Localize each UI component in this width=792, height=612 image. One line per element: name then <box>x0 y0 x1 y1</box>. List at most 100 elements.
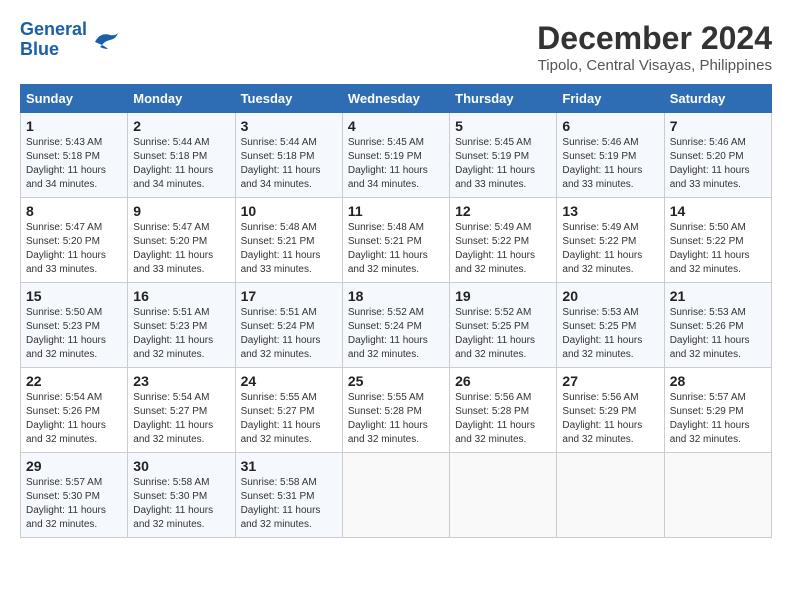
logo-general: General <box>20 19 87 39</box>
header-row: SundayMondayTuesdayWednesdayThursdayFrid… <box>21 85 772 113</box>
calendar-cell: 27 Sunrise: 5:56 AM Sunset: 5:29 PM Dayli… <box>557 368 664 453</box>
day-number: 3 <box>241 118 337 134</box>
day-number: 22 <box>26 373 122 389</box>
day-info: Sunrise: 5:49 AM Sunset: 5:22 PM Dayligh… <box>455 221 551 277</box>
logo-blue: Blue <box>20 39 59 59</box>
calendar-week-1: 1Sunrise: 5:43 AM Sunset: 5:18 PM Daylig… <box>21 113 772 198</box>
day-info: Sunrise: 5:57 AM Sunset: 5:29 PM Dayligh… <box>670 391 766 447</box>
day-number: 31 <box>241 458 337 474</box>
calendar-cell: 15 Sunrise: 5:50 AM Sunset: 5:23 PM Dayli… <box>21 283 128 368</box>
calendar-cell: 18 Sunrise: 5:52 AM Sunset: 5:24 PM Dayli… <box>342 283 449 368</box>
calendar-cell: 28 Sunrise: 5:57 AM Sunset: 5:29 PM Dayli… <box>664 368 771 453</box>
calendar-cell: 4Sunrise: 5:45 AM Sunset: 5:19 PM Daylig… <box>342 113 449 198</box>
day-info: Sunrise: 5:43 AM Sunset: 5:18 PM Dayligh… <box>26 136 122 192</box>
day-number: 17 <box>241 288 337 304</box>
day-info: Sunrise: 5:56 AM Sunset: 5:28 PM Dayligh… <box>455 391 551 447</box>
calendar-cell: 29 Sunrise: 5:57 AM Sunset: 5:30 PM Dayli… <box>21 453 128 538</box>
day-number: 15 <box>26 288 122 304</box>
day-info: Sunrise: 5:47 AM Sunset: 5:20 PM Dayligh… <box>133 221 229 277</box>
day-number: 30 <box>133 458 229 474</box>
calendar-body: 1Sunrise: 5:43 AM Sunset: 5:18 PM Daylig… <box>21 113 772 538</box>
day-number: 12 <box>455 203 551 219</box>
day-info: Sunrise: 5:51 AM Sunset: 5:23 PM Dayligh… <box>133 306 229 362</box>
day-number: 6 <box>562 118 658 134</box>
day-number: 25 <box>348 373 444 389</box>
logo-bird-icon <box>90 27 120 52</box>
calendar-cell: 2Sunrise: 5:44 AM Sunset: 5:18 PM Daylig… <box>128 113 235 198</box>
calendar-cell <box>342 453 449 538</box>
header-cell-saturday: Saturday <box>664 85 771 113</box>
day-info: Sunrise: 5:52 AM Sunset: 5:25 PM Dayligh… <box>455 306 551 362</box>
subtitle: Tipolo, Central Visayas, Philippines <box>537 57 772 74</box>
day-number: 13 <box>562 203 658 219</box>
calendar-cell: 14Sunrise: 5:50 AM Sunset: 5:22 PM Dayli… <box>664 198 771 283</box>
day-info: Sunrise: 5:55 AM Sunset: 5:27 PM Dayligh… <box>241 391 337 447</box>
calendar-cell: 10Sunrise: 5:48 AM Sunset: 5:21 PM Dayli… <box>235 198 342 283</box>
day-info: Sunrise: 5:58 AM Sunset: 5:31 PM Dayligh… <box>241 476 337 532</box>
day-number: 14 <box>670 203 766 219</box>
day-info: Sunrise: 5:54 AM Sunset: 5:27 PM Dayligh… <box>133 391 229 447</box>
header-cell-sunday: Sunday <box>21 85 128 113</box>
day-number: 23 <box>133 373 229 389</box>
calendar-cell: 17 Sunrise: 5:51 AM Sunset: 5:24 PM Dayli… <box>235 283 342 368</box>
header-cell-friday: Friday <box>557 85 664 113</box>
day-info: Sunrise: 5:49 AM Sunset: 5:22 PM Dayligh… <box>562 221 658 277</box>
calendar-cell: 5 Sunrise: 5:45 AM Sunset: 5:19 PM Daylig… <box>450 113 557 198</box>
day-info: Sunrise: 5:44 AM Sunset: 5:18 PM Dayligh… <box>133 136 229 192</box>
day-info: Sunrise: 5:48 AM Sunset: 5:21 PM Dayligh… <box>348 221 444 277</box>
day-info: Sunrise: 5:58 AM Sunset: 5:30 PM Dayligh… <box>133 476 229 532</box>
day-info: Sunrise: 5:52 AM Sunset: 5:24 PM Dayligh… <box>348 306 444 362</box>
day-number: 19 <box>455 288 551 304</box>
calendar-cell: 25 Sunrise: 5:55 AM Sunset: 5:28 PM Dayli… <box>342 368 449 453</box>
calendar-cell: 26 Sunrise: 5:56 AM Sunset: 5:28 PM Dayli… <box>450 368 557 453</box>
day-number: 16 <box>133 288 229 304</box>
calendar-cell: 7Sunrise: 5:46 AM Sunset: 5:20 PM Daylig… <box>664 113 771 198</box>
day-info: Sunrise: 5:53 AM Sunset: 5:25 PM Dayligh… <box>562 306 658 362</box>
day-number: 21 <box>670 288 766 304</box>
calendar-cell: 31 Sunrise: 5:58 AM Sunset: 5:31 PM Dayli… <box>235 453 342 538</box>
calendar-cell: 24Sunrise: 5:55 AM Sunset: 5:27 PM Dayli… <box>235 368 342 453</box>
calendar-cell: 23 Sunrise: 5:54 AM Sunset: 5:27 PM Dayli… <box>128 368 235 453</box>
main-title: December 2024 <box>537 20 772 57</box>
day-number: 29 <box>26 458 122 474</box>
calendar-cell: 12 Sunrise: 5:49 AM Sunset: 5:22 PM Dayli… <box>450 198 557 283</box>
day-info: Sunrise: 5:56 AM Sunset: 5:29 PM Dayligh… <box>562 391 658 447</box>
day-info: Sunrise: 5:45 AM Sunset: 5:19 PM Dayligh… <box>455 136 551 192</box>
day-info: Sunrise: 5:46 AM Sunset: 5:20 PM Dayligh… <box>670 136 766 192</box>
calendar-week-3: 15 Sunrise: 5:50 AM Sunset: 5:23 PM Dayli… <box>21 283 772 368</box>
day-number: 28 <box>670 373 766 389</box>
calendar-cell: 30 Sunrise: 5:58 AM Sunset: 5:30 PM Dayli… <box>128 453 235 538</box>
logo: General Blue <box>20 20 120 60</box>
day-info: Sunrise: 5:51 AM Sunset: 5:24 PM Dayligh… <box>241 306 337 362</box>
header-cell-thursday: Thursday <box>450 85 557 113</box>
day-number: 8 <box>26 203 122 219</box>
day-number: 26 <box>455 373 551 389</box>
header-cell-wednesday: Wednesday <box>342 85 449 113</box>
day-number: 20 <box>562 288 658 304</box>
day-info: Sunrise: 5:55 AM Sunset: 5:28 PM Dayligh… <box>348 391 444 447</box>
calendar-cell: 8Sunrise: 5:47 AM Sunset: 5:20 PM Daylig… <box>21 198 128 283</box>
calendar-cell <box>557 453 664 538</box>
calendar-cell: 22 Sunrise: 5:54 AM Sunset: 5:26 PM Dayli… <box>21 368 128 453</box>
day-info: Sunrise: 5:57 AM Sunset: 5:30 PM Dayligh… <box>26 476 122 532</box>
day-info: Sunrise: 5:50 AM Sunset: 5:23 PM Dayligh… <box>26 306 122 362</box>
header-cell-tuesday: Tuesday <box>235 85 342 113</box>
day-number: 27 <box>562 373 658 389</box>
calendar-cell: 20 Sunrise: 5:53 AM Sunset: 5:25 PM Dayli… <box>557 283 664 368</box>
calendar-cell <box>450 453 557 538</box>
calendar-header: SundayMondayTuesdayWednesdayThursdayFrid… <box>21 85 772 113</box>
day-number: 18 <box>348 288 444 304</box>
day-number: 10 <box>241 203 337 219</box>
day-info: Sunrise: 5:53 AM Sunset: 5:26 PM Dayligh… <box>670 306 766 362</box>
day-info: Sunrise: 5:46 AM Sunset: 5:19 PM Dayligh… <box>562 136 658 192</box>
day-number: 5 <box>455 118 551 134</box>
day-info: Sunrise: 5:44 AM Sunset: 5:18 PM Dayligh… <box>241 136 337 192</box>
calendar-week-5: 29 Sunrise: 5:57 AM Sunset: 5:30 PM Dayli… <box>21 453 772 538</box>
day-number: 9 <box>133 203 229 219</box>
calendar-cell: 16 Sunrise: 5:51 AM Sunset: 5:23 PM Dayli… <box>128 283 235 368</box>
calendar-cell: 3 Sunrise: 5:44 AM Sunset: 5:18 PM Daylig… <box>235 113 342 198</box>
title-block: December 2024 Tipolo, Central Visayas, P… <box>537 20 772 74</box>
day-info: Sunrise: 5:54 AM Sunset: 5:26 PM Dayligh… <box>26 391 122 447</box>
calendar-cell: 9 Sunrise: 5:47 AM Sunset: 5:20 PM Daylig… <box>128 198 235 283</box>
day-info: Sunrise: 5:45 AM Sunset: 5:19 PM Dayligh… <box>348 136 444 192</box>
